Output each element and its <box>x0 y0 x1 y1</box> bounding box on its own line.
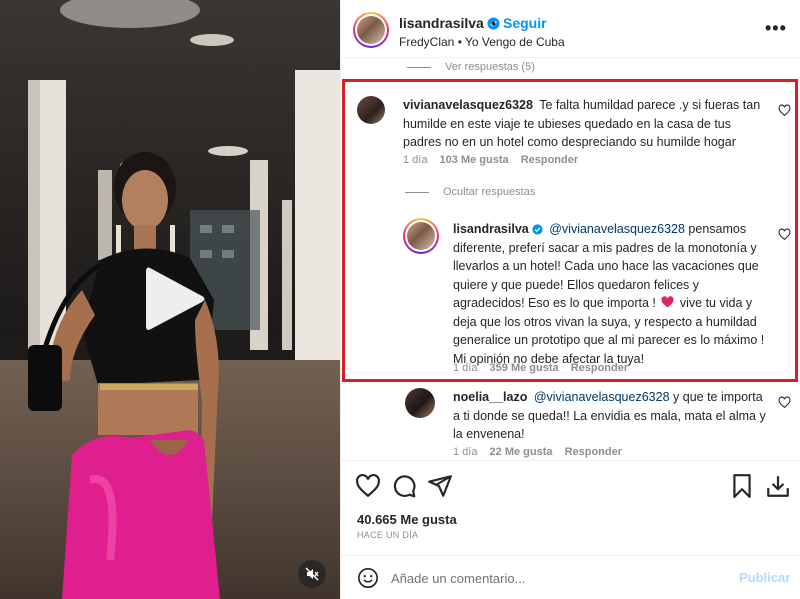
reply-meta: 1 día 359 Me gusta Responder <box>453 362 637 374</box>
comments-list[interactable]: Ver respuestas (5) vivianavelasquez6328 … <box>341 58 800 460</box>
reply-time[interactable]: 1 día <box>453 362 477 374</box>
muted-icon <box>305 567 319 581</box>
reply-button[interactable]: Responder <box>565 446 622 458</box>
reply-like-heart-icon[interactable] <box>778 396 791 409</box>
bookmark-icon[interactable] <box>729 473 755 499</box>
comment-icon[interactable] <box>391 473 417 499</box>
commenter-avatar[interactable] <box>357 96 385 124</box>
play-icon <box>146 267 205 330</box>
follow-button[interactable]: Seguir <box>503 15 547 31</box>
comment-likes[interactable]: 103 Me gusta <box>440 154 509 166</box>
play-button[interactable] <box>140 262 210 336</box>
reply-body: noelia__lazo @vivianavelasquez6328 y que… <box>453 388 769 444</box>
hide-replies-label: Ocultar respuestas <box>443 186 536 198</box>
comment-input[interactable] <box>391 566 731 590</box>
view-replies-label: Ver respuestas (5) <box>445 61 535 73</box>
reply-author-avatar[interactable] <box>403 218 439 254</box>
more-options-icon[interactable]: ••• <box>765 18 787 39</box>
emoji-icon[interactable] <box>357 567 379 589</box>
author-username[interactable]: lisandrasilva <box>399 15 500 31</box>
reply-username[interactable]: noelia__lazo <box>453 390 527 404</box>
hide-replies-toggle[interactable]: Ocultar respuestas <box>405 186 535 198</box>
comment-like-heart-icon[interactable] <box>778 104 791 117</box>
comment-meta: 1 día 103 Me gusta Responder <box>403 154 587 166</box>
author-avatar[interactable] <box>353 12 389 48</box>
commenter-username[interactable]: vivianavelasquez6328 <box>403 98 533 112</box>
view-replies-toggle[interactable]: Ver respuestas (5) <box>407 61 535 73</box>
reply-meta: 1 día 22 Me gusta Responder <box>453 446 631 458</box>
reply-like-heart-icon[interactable] <box>778 228 791 241</box>
publish-button[interactable]: Publicar <box>739 570 790 585</box>
heart-icon[interactable] <box>355 473 381 499</box>
reply-author-avatar[interactable] <box>405 388 435 418</box>
reply-mention[interactable]: @vivianavelasquez6328 <box>534 390 670 404</box>
reply-button[interactable]: Responder <box>521 154 578 166</box>
likes-count[interactable]: 40.665 Me gusta <box>357 512 457 527</box>
header-separator: • <box>491 15 496 31</box>
comment-body: vivianavelasquez6328 Te falta humildad p… <box>403 96 768 152</box>
post-video[interactable] <box>0 0 340 599</box>
reply-mention[interactable]: @vivianavelasquez6328 <box>549 222 685 236</box>
verified-badge-icon <box>532 224 543 235</box>
reply-body: lisandrasilva @vivianavelasquez6328 pens… <box>453 220 769 368</box>
posted-time: HACE UN DÍA <box>357 530 419 540</box>
audio-info[interactable]: FredyClan • Yo Vengo de Cuba <box>399 35 565 49</box>
reply-likes[interactable]: 22 Me gusta <box>490 446 553 458</box>
reply-button[interactable]: Responder <box>571 362 628 374</box>
reply-likes[interactable]: 359 Me gusta <box>490 362 559 374</box>
reply-time[interactable]: 1 día <box>453 446 477 458</box>
share-icon[interactable] <box>427 473 453 499</box>
mute-button[interactable] <box>298 560 326 588</box>
comment-time[interactable]: 1 día <box>403 154 427 166</box>
action-bar <box>341 460 800 510</box>
comment-composer: Publicar <box>341 555 800 599</box>
post-panel: lisandrasilva • Seguir FredyClan • Yo Ve… <box>340 0 800 599</box>
reply-username[interactable]: lisandrasilva <box>453 222 543 236</box>
download-icon[interactable] <box>765 473 791 499</box>
red-heart-emoji-icon <box>661 296 674 308</box>
post-header: lisandrasilva • Seguir FredyClan • Yo Ve… <box>341 0 800 58</box>
